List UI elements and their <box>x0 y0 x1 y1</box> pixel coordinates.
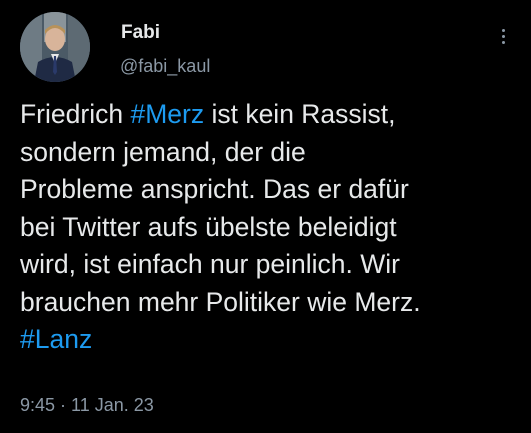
tweet-line: Probleme anspricht. Das er dafür <box>20 174 409 204</box>
tweet-text: Friedrich #Merz ist kein Rassist, sonder… <box>20 96 520 359</box>
hashtag-link[interactable]: #Merz <box>130 99 204 129</box>
more-dot <box>501 34 505 38</box>
tweet-text-segment: ist kein Rassist, <box>204 99 396 129</box>
tweet-line: brauchen mehr Politiker wie Merz. <box>20 286 421 317</box>
tweet-text-segment: Friedrich <box>20 99 131 129</box>
more-dot <box>501 28 505 32</box>
tweet-line: sondern jemand, der die <box>20 136 306 167</box>
tweet-line: Friedrich #Merz ist kein Rassist, <box>20 96 520 134</box>
tweet-line: bei Twitter aufs übelste beleidigt <box>20 211 397 242</box>
tweet-card: Fabi @fabi_kaul Friedrich #Merz ist kein… <box>0 0 531 433</box>
tweet-line: wird, ist einfach nur peinlich. Wir <box>20 249 400 279</box>
hashtag-link[interactable]: #Lanz <box>20 324 92 354</box>
more-dot <box>501 40 505 44</box>
avatar[interactable] <box>20 12 90 82</box>
tweet-timestamp[interactable]: 9:45 · 11 Jan. 23 <box>20 394 154 416</box>
profile-photo-icon <box>20 12 90 82</box>
user-handle[interactable]: @fabi_kaul <box>120 55 210 77</box>
tweet-line: #Lanz <box>20 321 520 359</box>
more-vertical-icon[interactable] <box>493 22 513 50</box>
display-name[interactable]: Fabi <box>121 22 160 44</box>
